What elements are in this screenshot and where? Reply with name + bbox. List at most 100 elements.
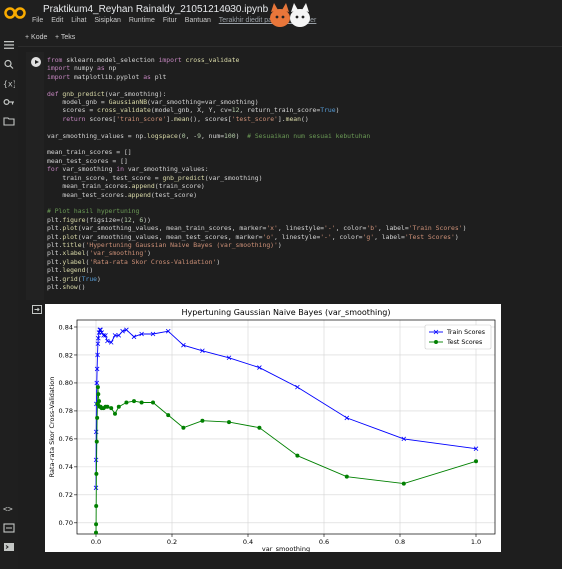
code-line: mean_train_scores.append(train_score): [47, 182, 205, 191]
menu-runtime[interactable]: Runtime: [129, 17, 155, 24]
code-line: mean_test_scores.append(test_score): [47, 190, 198, 199]
code-line: var_smoothing_values = np.logspace(0, -9…: [47, 131, 371, 140]
code-line: def gnb_predict(var_smoothing):: [47, 89, 167, 98]
code-line: plt.show(): [47, 282, 86, 291]
code-line: model_gnb = GaussianNB(var_smoothing=var…: [47, 98, 259, 107]
test-point: [109, 406, 114, 411]
code-editor[interactable]: from sklearn.model_selection import cros…: [47, 56, 466, 291]
svg-text:{x}: {x}: [3, 80, 15, 89]
test-point: [94, 530, 98, 535]
x-tick-label: 0.4: [243, 538, 253, 546]
y-tick-label: 0.82: [59, 351, 73, 359]
test-point: [94, 439, 99, 444]
table-of-contents-icon[interactable]: [3, 40, 15, 50]
code-line: mean_train_scores = []: [47, 148, 132, 157]
test-point: [401, 481, 406, 486]
y-tick-label: 0.78: [59, 407, 73, 415]
x-tick-label: 0.8: [395, 538, 405, 546]
test-point: [116, 404, 121, 409]
code-line: plt.ylabel('Rata-rata Skor Cross-Validat…: [47, 257, 221, 266]
x-axis-label: var_smoothing: [262, 545, 310, 552]
x-tick-label: 0.0: [91, 538, 101, 546]
test-point: [295, 453, 300, 458]
notebook-title[interactable]: Praktikum4_Reyhan Rainaldy_21051214030.i…: [43, 4, 268, 15]
add-code-button[interactable]: + Kode: [25, 34, 47, 41]
cat-sticker-icon: [270, 3, 310, 27]
output-actions-icon[interactable]: [32, 305, 42, 314]
code-snippets-icon[interactable]: <>: [3, 503, 15, 514]
files-folder-icon[interactable]: [3, 116, 15, 126]
legend-label: Train Scores: [446, 329, 485, 336]
code-line: from sklearn.model_selection import cros…: [47, 56, 240, 64]
cell-gutter: [26, 52, 44, 300]
test-point: [94, 471, 99, 476]
menu-view[interactable]: Lihat: [71, 17, 86, 24]
terminal-icon[interactable]: [3, 542, 15, 552]
y-tick-label: 0.76: [59, 435, 73, 443]
test-point: [94, 522, 99, 527]
test-point: [97, 399, 102, 404]
test-point: [151, 400, 155, 405]
menu-tools[interactable]: Fitur: [163, 17, 177, 24]
test-point: [132, 399, 136, 404]
notebook-toolbar: + Kode + Teks: [0, 30, 562, 47]
code-line: train_score, test_score = gnb_predict(va…: [47, 173, 263, 182]
menu-help[interactable]: Bantuan: [185, 17, 211, 24]
code-line: plt.plot(var_smoothing_values, mean_trai…: [47, 224, 467, 233]
test-point: [166, 413, 171, 418]
run-cell-button[interactable]: [31, 57, 41, 67]
test-point: [113, 411, 117, 416]
code-line: plt.figure(figsize=(12, 6)): [47, 215, 151, 224]
code-line: import numpy as np: [47, 64, 117, 73]
test-point: [474, 459, 478, 464]
y-axis-label: Rata-rata Skor Cross-Validation: [48, 377, 56, 478]
search-icon[interactable]: [3, 59, 15, 69]
code-line: mean_test_scores = []: [47, 156, 128, 165]
legend-marker: [434, 340, 438, 344]
test-point: [124, 400, 129, 405]
x-tick-label: 1.0: [471, 538, 481, 546]
test-point: [200, 418, 205, 423]
code-line: scores = cross_validate(model_gnb, X, Y,…: [47, 106, 340, 115]
add-text-button[interactable]: + Teks: [55, 34, 75, 41]
test-point: [105, 404, 110, 409]
menu-insert[interactable]: Sisipkan: [94, 17, 120, 24]
code-line: plt.plot(var_smoothing_values, mean_test…: [47, 232, 459, 241]
y-tick-label: 0.74: [59, 463, 73, 471]
secrets-key-icon[interactable]: [3, 97, 15, 107]
star-icon[interactable]: ☆: [225, 4, 233, 15]
x-tick-label: 0.6: [319, 538, 329, 546]
code-line: import matplotlib.pyplot as plt: [47, 72, 167, 81]
test-point: [95, 385, 100, 390]
top-bar: Praktikum4_Reyhan Rainaldy_21051214030.i…: [0, 0, 562, 30]
test-point: [257, 425, 262, 430]
test-point: [96, 392, 101, 397]
colab-logo-icon[interactable]: [4, 6, 26, 20]
menu-file[interactable]: File: [32, 17, 43, 24]
legend-label: Test Scores: [446, 339, 482, 346]
code-line: for var_smoothing in var_smoothing_value…: [47, 165, 209, 174]
test-point: [94, 504, 99, 509]
x-tick-label: 0.2: [167, 538, 177, 546]
y-tick-label: 0.84: [59, 323, 73, 331]
hypertuning-chart: 0.0 0.2 0.4 0.6 0.8 1.0 0.70 0.72 0.74 0.76 0.78 0.…: [45, 304, 501, 552]
chart-title: Hypertuning Gaussian Naive Bayes (var_sm…: [181, 308, 390, 317]
test-point: [95, 415, 100, 420]
test-point: [344, 474, 349, 479]
code-line: plt.grid(True): [47, 274, 101, 283]
code-line: plt.xlabel('var_smoothing'): [47, 249, 151, 258]
y-tick-label: 0.72: [59, 491, 73, 499]
y-tick-label: 0.70: [59, 519, 73, 527]
test-point: [181, 425, 186, 430]
y-tick-label: 0.80: [59, 379, 73, 387]
code-line: # Plot hasil hypertuning: [47, 207, 140, 216]
test-point: [139, 400, 144, 405]
command-palette-icon[interactable]: [3, 523, 15, 533]
left-sidebar: {x} <>: [0, 30, 18, 569]
code-line: return scores['train_score'].mean(), sco…: [62, 114, 309, 123]
menu-edit[interactable]: Edit: [51, 17, 63, 24]
code-line: plt.title('Hypertuning Gaussian Naive Ba…: [47, 240, 282, 249]
variables-icon[interactable]: {x}: [3, 78, 15, 89]
code-line: plt.legend(): [47, 266, 94, 275]
test-point: [227, 420, 231, 425]
